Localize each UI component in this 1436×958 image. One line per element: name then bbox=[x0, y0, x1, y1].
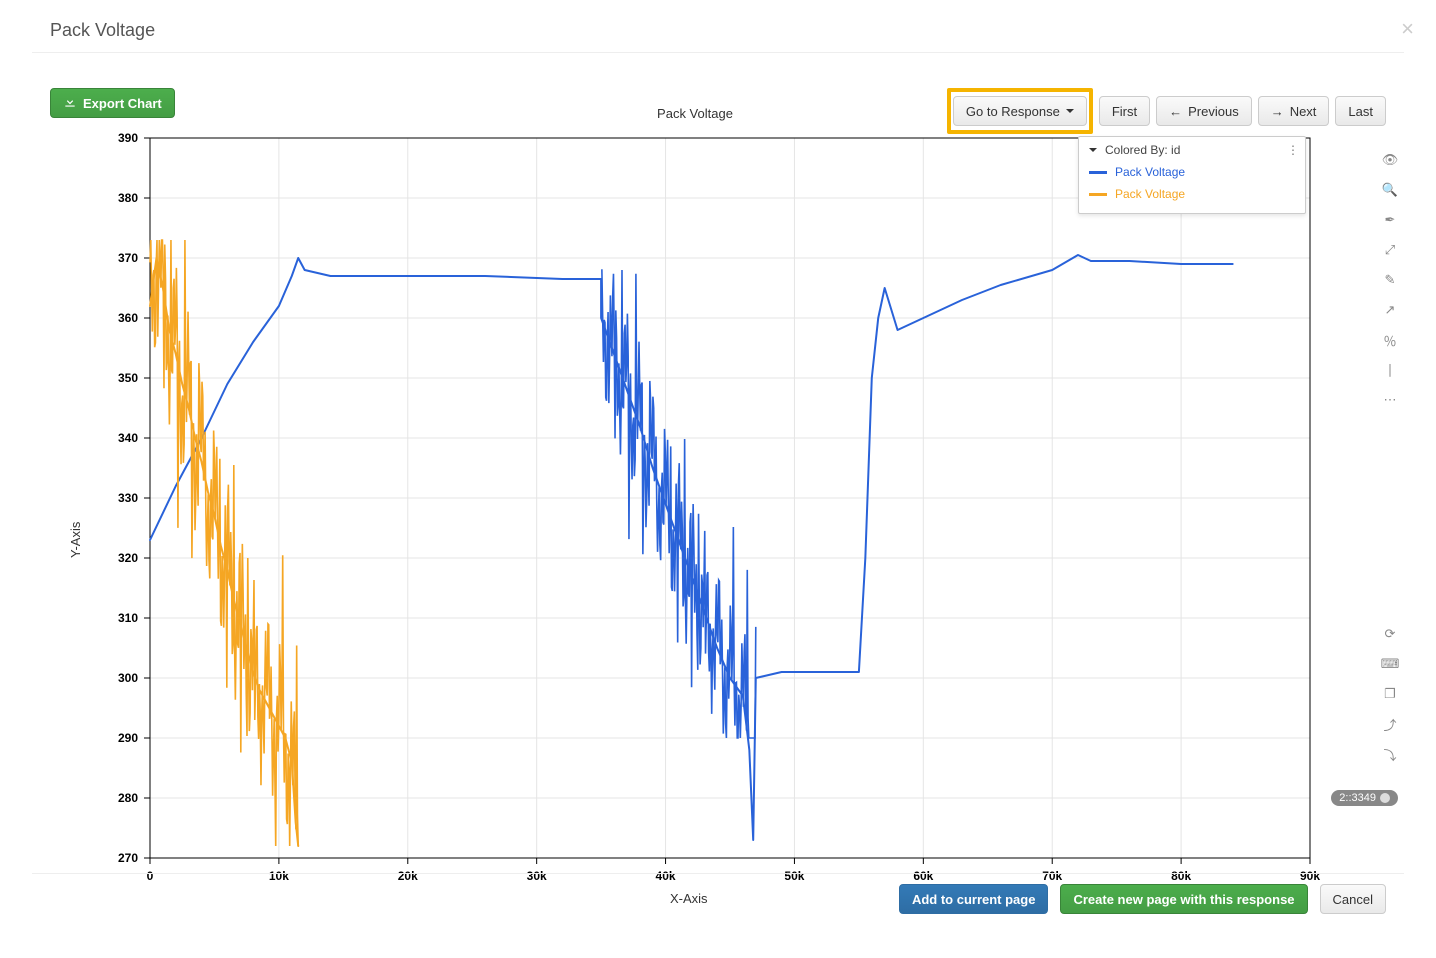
eye-icon[interactable]: 👁 bbox=[1382, 152, 1398, 168]
chart-stage: Pack Voltage 0 10k 20k 30k 40k 50k 60k 70k 80k 90… bbox=[60, 128, 1330, 918]
kebab-menu-icon[interactable]: ⋮ bbox=[1287, 143, 1299, 157]
svg-text:280: 280 bbox=[118, 791, 138, 805]
divider bbox=[32, 52, 1404, 53]
keyboard-icon[interactable]: ⌨ bbox=[1382, 656, 1398, 672]
svg-text:10k: 10k bbox=[269, 869, 289, 883]
more-icon[interactable]: ⋯ bbox=[1382, 392, 1398, 408]
close-icon[interactable]: × bbox=[1401, 16, 1414, 42]
svg-text:90k: 90k bbox=[1300, 869, 1320, 883]
percent-icon[interactable]: ％ bbox=[1382, 332, 1398, 348]
legend-swatch bbox=[1089, 193, 1107, 196]
response-badge[interactable]: 2::3349 bbox=[1331, 790, 1398, 806]
info-icon bbox=[1380, 793, 1390, 803]
y-axis-label: Y-Axis bbox=[68, 522, 83, 558]
svg-text:30k: 30k bbox=[527, 869, 547, 883]
legend-item[interactable]: Pack Voltage bbox=[1089, 183, 1295, 205]
svg-text:270: 270 bbox=[118, 851, 138, 865]
svg-text:300: 300 bbox=[118, 671, 138, 685]
chevron-down-icon[interactable] bbox=[1089, 148, 1097, 156]
svg-text:390: 390 bbox=[118, 131, 138, 145]
nav-last-button[interactable]: Last bbox=[1335, 96, 1386, 126]
chart-title: Pack Voltage bbox=[60, 106, 1330, 121]
vbar-icon[interactable]: ∣ bbox=[1382, 362, 1398, 378]
svg-text:360: 360 bbox=[118, 311, 138, 325]
svg-text:80k: 80k bbox=[1171, 869, 1191, 883]
chart-svg[interactable]: 0 10k 20k 30k 40k 50k 60k 70k 80k 90k 270 280 290 300… bbox=[60, 128, 1330, 918]
svg-text:330: 330 bbox=[118, 491, 138, 505]
svg-text:50k: 50k bbox=[784, 869, 804, 883]
arrow-upright-icon[interactable]: ↗ bbox=[1382, 302, 1398, 318]
svg-text:380: 380 bbox=[118, 191, 138, 205]
legend-item[interactable]: Pack Voltage bbox=[1089, 161, 1295, 183]
cancel-button[interactable]: Cancel bbox=[1320, 884, 1386, 914]
legend-label: Pack Voltage bbox=[1115, 187, 1185, 201]
svg-text:70k: 70k bbox=[1042, 869, 1062, 883]
expand-icon[interactable]: ⤢ bbox=[1382, 242, 1398, 258]
legend-label: Pack Voltage bbox=[1115, 165, 1185, 179]
svg-text:310: 310 bbox=[118, 611, 138, 625]
svg-text:40k: 40k bbox=[656, 869, 676, 883]
chart-tools-bottom: ⟳ ⌨ ❐ ⤴ ⤵ bbox=[1382, 626, 1398, 762]
copy-icon[interactable]: ❐ bbox=[1382, 686, 1398, 702]
svg-text:290: 290 bbox=[118, 731, 138, 745]
svg-text:320: 320 bbox=[118, 551, 138, 565]
legend-swatch bbox=[1089, 171, 1107, 174]
modal-title: Pack Voltage bbox=[50, 20, 155, 41]
svg-text:370: 370 bbox=[118, 251, 138, 265]
legend[interactable]: Colored By: id ⋮ Pack Voltage Pack Voltag… bbox=[1078, 136, 1306, 214]
upload-icon[interactable]: ⤴ bbox=[1382, 716, 1398, 732]
pencil-icon[interactable]: ✎ bbox=[1382, 272, 1398, 288]
svg-text:20k: 20k bbox=[398, 869, 418, 883]
refresh-icon[interactable]: ⟳ bbox=[1382, 626, 1398, 642]
download-icon[interactable]: ⤵ bbox=[1382, 746, 1398, 762]
chart-tools-top: 👁 🔍 ✒ ⤢ ✎ ↗ ％ ∣ ⋯ bbox=[1382, 152, 1398, 408]
x-axis-label: X-Axis bbox=[670, 891, 708, 906]
svg-text:0: 0 bbox=[147, 869, 154, 883]
divider bbox=[32, 873, 1404, 874]
legend-title: Colored By: id bbox=[1105, 143, 1180, 157]
svg-text:350: 350 bbox=[118, 371, 138, 385]
svg-text:340: 340 bbox=[118, 431, 138, 445]
eyedropper-icon[interactable]: ✒ bbox=[1382, 212, 1398, 228]
zoom-icon[interactable]: 🔍 bbox=[1382, 182, 1398, 198]
create-new-page-button[interactable]: Create new page with this response bbox=[1060, 884, 1307, 914]
svg-text:60k: 60k bbox=[913, 869, 933, 883]
add-to-current-page-button[interactable]: Add to current page bbox=[899, 884, 1049, 914]
